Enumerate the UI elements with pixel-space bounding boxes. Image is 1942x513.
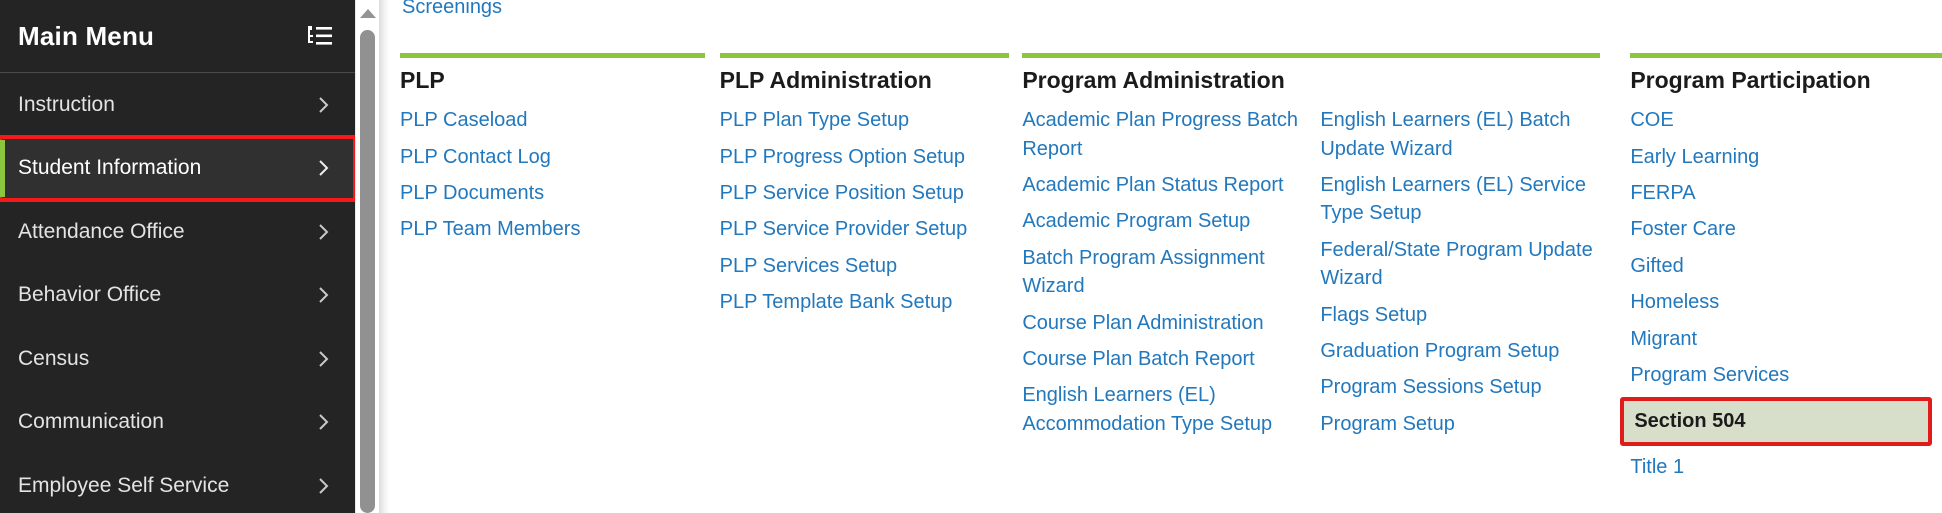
sidebar-item-employee-self-service[interactable]: Employee Self Service: [0, 454, 355, 513]
column-link-list: COE Early Learning FERPA Foster Care Gif…: [1620, 106, 1942, 489]
sidebar-item-label: Communication: [18, 410, 164, 434]
column-heading: PLP Administration: [719, 67, 932, 93]
chevron-right-icon: [319, 351, 329, 367]
chevron-right-icon: [319, 414, 329, 430]
sidebar-item-instruction[interactable]: Instruction: [0, 73, 355, 137]
sidebar-item-communication[interactable]: Communication: [0, 390, 355, 454]
column-heading: Program Participation: [1630, 67, 1871, 93]
link-el-service-type-setup[interactable]: English Learners (EL) Service Type Setup: [1320, 171, 1600, 228]
menu-columns: PLP PLP Caseload PLP Contact Log PLP Doc…: [390, 53, 1942, 489]
link-homeless[interactable]: Homeless: [1630, 288, 1942, 316]
column-rule: [400, 53, 705, 58]
column-rule: [719, 53, 1010, 58]
link-plp-services-setup[interactable]: PLP Services Setup: [720, 252, 1010, 280]
chevron-right-icon: [319, 97, 329, 113]
link-el-accommodation-type-setup[interactable]: English Learners (EL) Accommodation Type…: [1022, 381, 1302, 438]
sidebar-menu-list: Instruction Student Information Attendan…: [0, 73, 357, 513]
link-coe[interactable]: COE: [1630, 106, 1942, 134]
link-gifted[interactable]: Gifted: [1630, 252, 1942, 280]
column-link-list: PLP Plan Type Setup PLP Progress Option …: [720, 106, 1010, 324]
sidebar-item-label: Attendance Office: [18, 219, 185, 243]
page-title: Main Menu: [18, 21, 155, 51]
link-plp-documents[interactable]: PLP Documents: [400, 179, 705, 207]
link-plp-progress-option-setup[interactable]: PLP Progress Option Setup: [720, 143, 1010, 171]
sidebar-item-behavior-office[interactable]: Behavior Office: [0, 263, 355, 327]
sidebar-item-student-information[interactable]: Student Information: [0, 134, 357, 202]
sidebar-scrollbar[interactable]: [355, 0, 379, 513]
chevron-right-icon: [319, 160, 329, 176]
link-course-plan-administration[interactable]: Course Plan Administration: [1022, 309, 1302, 337]
column-heading: PLP: [400, 67, 445, 93]
link-ferpa[interactable]: FERPA: [1630, 179, 1942, 207]
main-menu-sidebar: Main Menu Instruction Student Informatio…: [0, 0, 357, 513]
link-el-batch-update-wizard[interactable]: English Learners (EL) Batch Update Wizar…: [1320, 106, 1600, 163]
link-course-plan-batch-report[interactable]: Course Plan Batch Report: [1022, 345, 1302, 373]
chevron-right-icon: [319, 224, 329, 240]
link-section-504[interactable]: Section 504: [1620, 397, 1932, 446]
sidebar-item-label: Instruction: [18, 92, 115, 116]
chevron-right-icon: [319, 478, 329, 494]
column-heading: Program Administration: [1022, 67, 1285, 93]
tree-list-icon[interactable]: [307, 25, 333, 47]
link-plp-plan-type-setup[interactable]: PLP Plan Type Setup: [720, 106, 1010, 134]
sidebar-header: Main Menu: [0, 0, 355, 73]
sidebar-item-attendance-office[interactable]: Attendance Office: [0, 200, 355, 264]
link-foster-care[interactable]: Foster Care: [1630, 215, 1942, 243]
sidebar-item-label: Student Information: [18, 156, 202, 180]
column-plp-administration: PLP Administration PLP Plan Type Setup P…: [719, 53, 1010, 489]
link-program-setup[interactable]: Program Setup: [1320, 410, 1600, 438]
link-academic-plan-progress-batch-report[interactable]: Academic Plan Progress Batch Report: [1022, 106, 1302, 163]
link-flags-setup[interactable]: Flags Setup: [1320, 301, 1600, 329]
link-graduation-program-setup[interactable]: Graduation Program Setup: [1320, 337, 1600, 365]
sidebar-item-census[interactable]: Census: [0, 327, 355, 391]
column-link-list: PLP Caseload PLP Contact Log PLP Documen…: [400, 106, 705, 252]
scroll-up-arrow-icon[interactable]: [359, 9, 376, 18]
column-program-administration: Program Administration Academic Plan Pro…: [1022, 53, 1601, 489]
link-title-1[interactable]: Title 1: [1630, 453, 1942, 481]
link-migrant[interactable]: Migrant: [1630, 325, 1942, 353]
scrollbar-thumb[interactable]: [360, 30, 375, 513]
column-link-list: Academic Plan Progress Batch Report Acad…: [1022, 106, 1302, 446]
panel-edge-shadow: [379, 0, 390, 513]
link-batch-program-assignment-wizard[interactable]: Batch Program Assignment Wizard: [1022, 244, 1302, 301]
app-root: Main Menu Instruction Student Informatio…: [0, 0, 1942, 513]
link-federal-state-program-update-wizard[interactable]: Federal/State Program Update Wizard: [1320, 236, 1600, 293]
chevron-right-icon: [319, 287, 329, 303]
link-early-learning[interactable]: Early Learning: [1630, 143, 1942, 171]
link-plp-service-provider-setup[interactable]: PLP Service Provider Setup: [720, 215, 1010, 243]
link-plp-template-bank-setup[interactable]: PLP Template Bank Setup: [720, 288, 1010, 316]
column-link-list-secondary: English Learners (EL) Batch Update Wizar…: [1320, 106, 1600, 446]
sidebar-item-label: Behavior Office: [18, 283, 162, 307]
column-rule: [1630, 53, 1942, 58]
sidebar-item-label: Census: [18, 346, 90, 370]
link-plp-contact-log[interactable]: PLP Contact Log: [400, 143, 705, 171]
column-body: Academic Plan Progress Batch Report Acad…: [1022, 106, 1600, 446]
column-plp: PLP PLP Caseload PLP Contact Log PLP Doc…: [400, 53, 705, 489]
sidebar-item-label: Employee Self Service: [18, 473, 230, 497]
link-academic-plan-status-report[interactable]: Academic Plan Status Report: [1022, 171, 1302, 199]
link-academic-program-setup[interactable]: Academic Program Setup: [1022, 207, 1302, 235]
menu-content-panel: Screenings PLP PLP Caseload PLP Contact …: [390, 0, 1942, 513]
link-program-sessions-setup[interactable]: Program Sessions Setup: [1320, 373, 1600, 401]
link-plp-service-position-setup[interactable]: PLP Service Position Setup: [720, 179, 1010, 207]
column-program-participation: Program Participation COE Early Learning…: [1620, 53, 1942, 489]
link-program-services[interactable]: Program Services: [1630, 361, 1942, 389]
link-plp-caseload[interactable]: PLP Caseload: [400, 106, 705, 134]
link-plp-team-members[interactable]: PLP Team Members: [400, 215, 705, 243]
link-screenings[interactable]: Screenings: [402, 0, 502, 19]
column-rule: [1022, 53, 1601, 58]
